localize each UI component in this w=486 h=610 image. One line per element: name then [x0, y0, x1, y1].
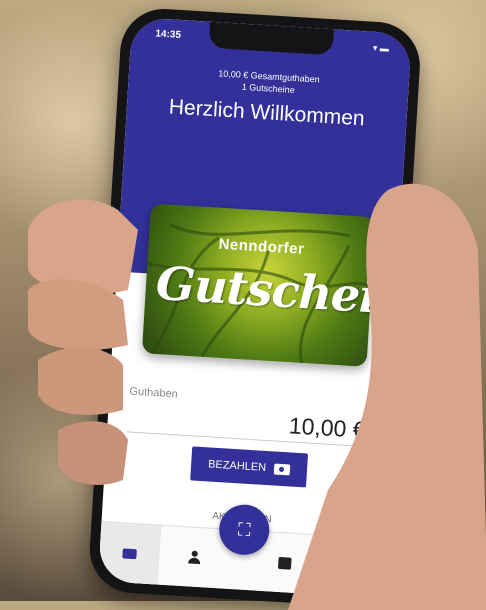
status-icons: ▾ ▬ — [372, 42, 390, 54]
status-time: 14:35 — [155, 28, 182, 41]
hand — [28, 183, 486, 610]
